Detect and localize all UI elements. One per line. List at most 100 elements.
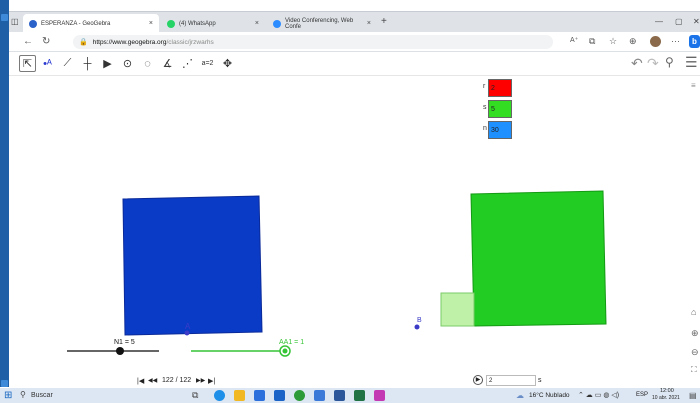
angle-tool-icon[interactable]: ∡	[159, 55, 176, 72]
bing-icon[interactable]: b	[689, 35, 700, 48]
more-menu-icon[interactable]: ···	[671, 36, 680, 46]
desktop-strip	[0, 0, 9, 387]
close-tab-icon[interactable]: ×	[367, 20, 371, 27]
speed-unit: s	[538, 377, 542, 384]
clock-time[interactable]: 12:00	[660, 388, 674, 394]
reflect-tool-icon[interactable]: ⋰	[179, 55, 196, 72]
graphics-view[interactable]: A B N1 = 5 AA1 = 1 r 2 s 5 n 30	[9, 77, 690, 374]
store-icon[interactable]	[254, 390, 265, 401]
input-s-label: s	[483, 104, 487, 111]
close-tab-icon[interactable]: ×	[149, 20, 153, 27]
desktop-app-icon[interactable]	[1, 380, 8, 387]
input-n-field[interactable]: 30	[488, 121, 512, 139]
url-field[interactable]: 🔒 https://www.geogebra.org/classic/jrzwa…	[73, 35, 553, 49]
geogebra-toolbar: ⇱ •ᴬ ⟋ ┼ ▶ ⊙ ◌ ∡ ⋰ a=2 ✥ ↶ ↷ ⚲ ☰	[9, 52, 700, 76]
graphics-svg	[67, 190, 607, 357]
search-icon[interactable]: ⚲	[20, 390, 26, 399]
right-sidebar: ≡ ⌂ ⊕ ⊖ ⛶	[690, 77, 700, 374]
step-counter: 122 / 122	[162, 377, 192, 384]
first-step-button[interactable]: |◀	[137, 377, 144, 385]
collections-icon[interactable]: ⊕	[629, 36, 637, 47]
slider-AA1-handle[interactable]	[282, 348, 288, 354]
undo-icon[interactable]: ↶	[631, 55, 643, 72]
close-tab-icon[interactable]: ×	[255, 20, 259, 27]
url-path: /classic/jrzwarhs	[166, 38, 214, 46]
task-view-icon[interactable]: ⧉	[192, 390, 198, 401]
edge-icon[interactable]	[214, 390, 225, 401]
windows-taskbar: ⊞ ⚲ Buscar ⧉ ☁ 16°C Nublado ⌃ ☁ ▭ ◍ ◁) E…	[0, 388, 700, 403]
maximize-button[interactable]: ▢	[675, 17, 683, 26]
language-indicator[interactable]: ESP	[636, 392, 648, 398]
style-bar-icon[interactable]: ≡	[691, 81, 696, 90]
home-icon[interactable]: ⌂	[691, 307, 696, 317]
windows-start-icon[interactable]: ⊞	[4, 390, 12, 401]
geogebra-favicon-icon	[29, 19, 37, 28]
line-tool-icon[interactable]: ⟋	[59, 55, 76, 72]
point-B[interactable]	[414, 324, 420, 330]
input-n-label: n	[483, 125, 487, 132]
tab-whatsapp[interactable]: (4) WhatsApp ×	[161, 14, 265, 33]
redo-icon[interactable]: ↷	[647, 55, 659, 72]
point-A-label: A	[185, 322, 191, 331]
app-icon[interactable]	[374, 390, 385, 401]
zoom-favicon-icon	[273, 19, 281, 28]
excel-icon[interactable]	[354, 390, 365, 401]
profile-avatar[interactable]	[650, 36, 661, 47]
weather-text[interactable]: 16°C Nublado	[529, 392, 570, 399]
tab-video-conferencing[interactable]: Video Conferencing, Web Confe ×	[267, 14, 377, 33]
input-s-field[interactable]: 5	[488, 100, 512, 118]
point-A[interactable]	[184, 330, 190, 336]
tab-geogebra[interactable]: ESPERANZA - GeoGebra ×	[23, 14, 159, 33]
slider-N1-handle[interactable]	[116, 347, 124, 355]
tab-icon[interactable]: ⧉	[589, 36, 595, 47]
read-aloud-icon[interactable]: A⁺	[570, 36, 578, 44]
move-graphics-tool-icon[interactable]: ✥	[219, 55, 236, 72]
perpendicular-tool-icon[interactable]: ┼	[79, 55, 96, 72]
desktop-app-icon[interactable]	[1, 14, 8, 21]
refresh-icon[interactable]: ↻	[42, 36, 50, 47]
last-step-button[interactable]: ▶|	[208, 377, 215, 385]
weather-cloud-icon: ☁	[516, 391, 524, 400]
app-icon[interactable]	[314, 390, 325, 401]
previous-step-button[interactable]: ◀◀	[148, 377, 157, 384]
browser-tab-bar: ◫ ESPERANZA - GeoGebra × (4) WhatsApp × …	[9, 11, 700, 33]
point-tool-icon[interactable]: •ᴬ	[39, 55, 56, 72]
move-tool-icon[interactable]: ⇱	[19, 55, 36, 72]
minimize-button[interactable]: —	[655, 17, 663, 26]
speed-field[interactable]: 2	[486, 375, 536, 386]
close-window-button[interactable]: ✕	[693, 17, 700, 26]
taskbar-search-label[interactable]: Buscar	[31, 392, 53, 399]
clock-date[interactable]: 10 abr. 2021	[652, 395, 680, 401]
tab-title: Video Conferencing, Web Confe	[285, 17, 354, 30]
ellipse-tool-icon[interactable]: ◌	[139, 55, 156, 72]
play-button[interactable]: ▶	[473, 375, 483, 385]
zoom-out-icon[interactable]: ⊖	[691, 347, 699, 358]
system-tray-icon[interactable]: ⌃ ☁ ▭ ◍ ◁)	[578, 391, 619, 399]
input-r-field[interactable]: 2	[488, 79, 512, 97]
slider-N1-label: N1 = 5	[114, 339, 135, 346]
notification-icon[interactable]: ▤	[689, 391, 697, 400]
slider-AA1-label: AA1 = 1	[279, 339, 305, 346]
back-arrow-icon[interactable]: ←	[23, 36, 33, 47]
blue-square[interactable]	[122, 195, 263, 336]
polygon-tool-icon[interactable]: ▶	[99, 55, 116, 72]
mail-icon[interactable]	[274, 390, 285, 401]
light-green-square[interactable]	[440, 292, 475, 327]
xbox-icon[interactable]	[294, 390, 305, 401]
input-r-label: r	[483, 83, 486, 90]
next-step-button[interactable]: ▶▶	[196, 377, 205, 384]
zoom-in-icon[interactable]: ⊕	[691, 328, 699, 339]
green-square[interactable]	[470, 190, 607, 327]
slider-tool-icon[interactable]: a=2	[199, 55, 216, 72]
file-explorer-icon[interactable]	[234, 390, 245, 401]
menu-icon[interactable]: ☰	[685, 54, 698, 71]
construction-navigation-bar: |◀ ◀◀ 122 / 122 ▶▶ ▶| ▶ 2 s	[9, 374, 700, 388]
word-icon[interactable]	[334, 390, 345, 401]
circle-tool-icon[interactable]: ⊙	[119, 55, 136, 72]
new-tab-button[interactable]: +	[381, 16, 387, 27]
favorites-star-icon[interactable]: ☆	[609, 36, 617, 47]
point-B-label: B	[417, 317, 422, 324]
tab-actions-icon[interactable]: ◫	[11, 17, 19, 26]
search-icon[interactable]: ⚲	[665, 55, 674, 69]
tab-title: ESPERANZA - GeoGebra	[41, 20, 111, 27]
